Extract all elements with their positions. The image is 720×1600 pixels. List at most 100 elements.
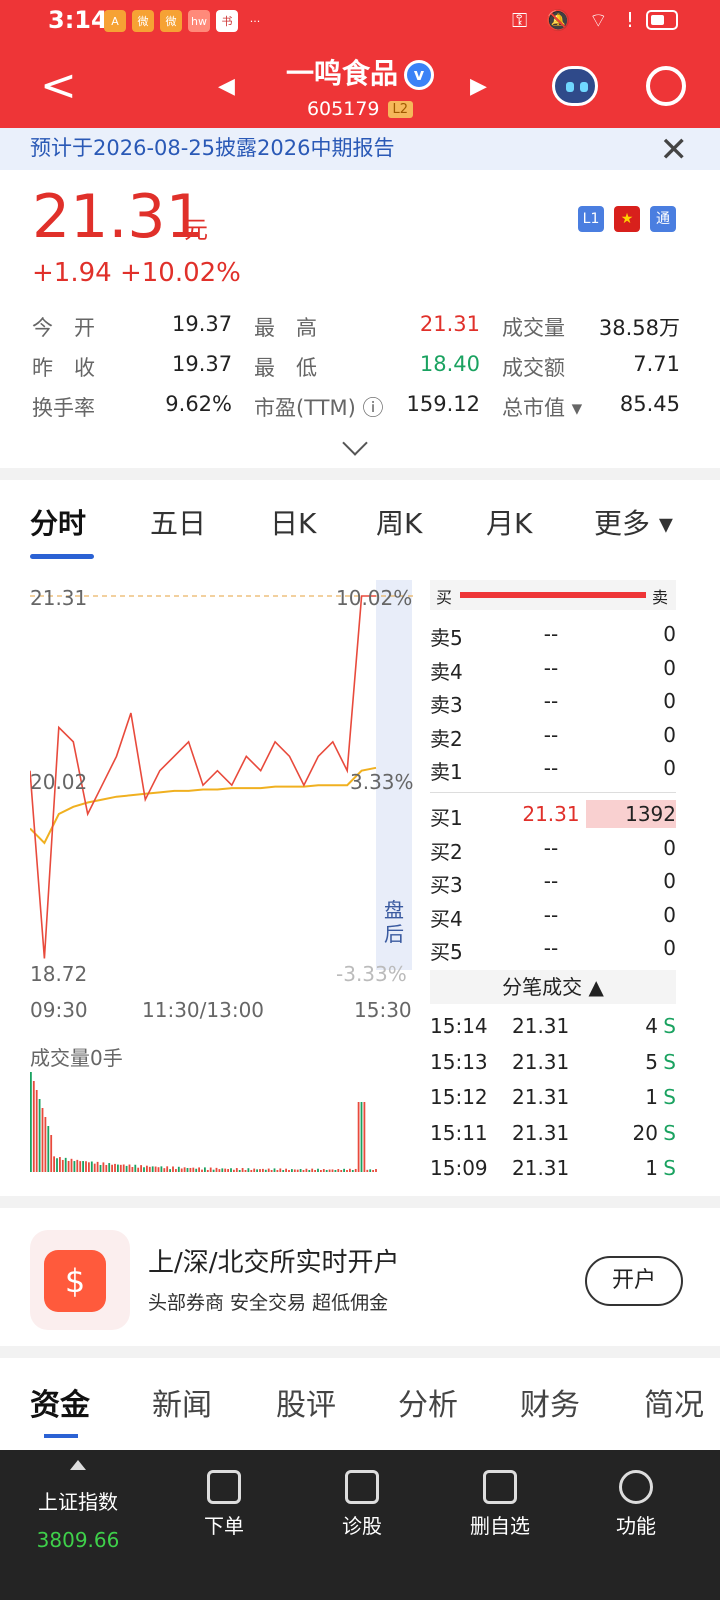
nav-diagnose-label: 诊股: [342, 1514, 382, 1538]
bid-row[interactable]: 买5 -- 0: [430, 932, 676, 966]
volume-bar: [154, 1166, 157, 1172]
tab-profile[interactable]: 简况: [644, 1380, 704, 1424]
nav-diagnose[interactable]: 诊股: [302, 1470, 422, 1539]
index-value: 3809.66: [36, 1528, 120, 1552]
close-icon[interactable]: ✕: [660, 130, 689, 170]
open-value: 19.37: [172, 312, 233, 336]
volume-bar: [44, 1117, 47, 1172]
level-label: 卖3: [430, 693, 463, 717]
level-volume: 0: [663, 622, 676, 646]
expand-chevron-icon[interactable]: [342, 430, 368, 456]
volume-bar: [233, 1169, 235, 1172]
notification-icon: A: [104, 10, 126, 32]
quote-row: 昨 收 19.37 最 低 18.40 成交额 7.71: [32, 352, 680, 392]
report-notice[interactable]: 预计于2026-08-25披露2026中期报告: [0, 128, 720, 170]
tab-comments[interactable]: 股评: [276, 1380, 336, 1424]
promo-app-icon[interactable]: $: [30, 1230, 130, 1330]
tab-news[interactable]: 新闻: [152, 1380, 212, 1424]
open-label: 今 开: [32, 316, 95, 340]
volume-bar: [357, 1102, 360, 1172]
trade-volume: 1: [645, 1156, 658, 1180]
tab-capital[interactable]: 资金: [30, 1380, 90, 1424]
volume-bar: [253, 1168, 256, 1172]
volume-bar: [349, 1168, 351, 1172]
tab-daily-k[interactable]: 日K: [270, 502, 316, 542]
huawei-icon: hw: [188, 10, 210, 32]
volume-bar: [85, 1161, 87, 1172]
volume-bar: [264, 1169, 267, 1172]
level-label: 买1: [430, 806, 463, 830]
promo-title[interactable]: 上/深/北交所实时开户: [148, 1242, 400, 1279]
nav-remove-watchlist[interactable]: 删自选: [440, 1470, 560, 1539]
tab-analysis[interactable]: 分析: [398, 1380, 458, 1424]
volume-bar: [279, 1168, 282, 1172]
trade-volume: 4: [645, 1014, 658, 1038]
chart-low-price: 18.72: [30, 962, 88, 986]
expand-up-icon[interactable]: [70, 1460, 86, 1470]
stock-code: 605179: [306, 98, 380, 120]
x-label-open: 09:30: [30, 998, 88, 1022]
open-account-button[interactable]: 开户: [585, 1256, 683, 1306]
volume-bar: [117, 1164, 119, 1172]
stock-name: 一鸣食品: [285, 57, 398, 90]
minus-box-icon: [483, 1470, 517, 1504]
volume-bar: [169, 1169, 171, 1172]
tab-finance[interactable]: 财务: [520, 1380, 580, 1424]
index-label[interactable]: 上证指数: [18, 1486, 138, 1515]
l1-badge[interactable]: L1: [578, 206, 604, 232]
ask-row[interactable]: 卖4 -- 0: [430, 652, 676, 686]
stock-code-line: 605179 L2: [0, 98, 720, 120]
robot-assistant-icon[interactable]: [552, 66, 598, 106]
volume-bar: [354, 1168, 357, 1172]
after-hours-label[interactable]: 盘后: [384, 898, 408, 946]
volume-bar: [82, 1161, 84, 1172]
bid-row[interactable]: 买4 -- 0: [430, 899, 676, 933]
ask-row[interactable]: 卖1 -- 0: [430, 752, 676, 786]
volume-bar: [137, 1167, 140, 1172]
tab-intraday[interactable]: 分时: [30, 502, 86, 542]
nav-order[interactable]: 下单: [164, 1470, 284, 1539]
ask-row[interactable]: 卖2 -- 0: [430, 719, 676, 753]
level-price: --: [543, 756, 559, 780]
orderbook-divider: [430, 792, 676, 793]
nav-order-label: 下单: [204, 1514, 244, 1538]
quote-row: 今 开 19.37 最 高 21.31 成交量 38.58万: [32, 312, 680, 352]
volume-bar: [175, 1169, 177, 1172]
search-icon[interactable]: [646, 66, 686, 106]
volume-bar: [206, 1170, 209, 1172]
volume-bar: [186, 1168, 189, 1172]
volume-bar: [157, 1167, 160, 1172]
volume-bar: [270, 1170, 273, 1172]
pe-label[interactable]: 市盈(TTM) ⓘ: [254, 392, 383, 422]
volume-bar: [70, 1158, 73, 1172]
china-flag-icon[interactable]: ★: [614, 206, 640, 232]
tab-weekly-k[interactable]: 周K: [376, 502, 422, 542]
bid-row[interactable]: 买2 -- 0: [430, 832, 676, 866]
trades-title[interactable]: 分笔成交 ▲: [430, 970, 676, 1004]
bid-row[interactable]: 买3 -- 0: [430, 865, 676, 899]
tab-five-day[interactable]: 五日: [150, 502, 206, 542]
level-label: 卖5: [430, 626, 463, 650]
volume-chart[interactable]: [30, 1066, 410, 1172]
ask-row[interactable]: 卖3 -- 0: [430, 685, 676, 719]
volume-bar: [128, 1164, 131, 1172]
section-divider: [0, 468, 720, 480]
trade-price: 21.31: [512, 1049, 570, 1074]
tab-more[interactable]: 更多 ▾: [594, 502, 673, 542]
nav-functions[interactable]: 功能: [576, 1470, 696, 1539]
trade-volume: 1: [645, 1085, 658, 1109]
ask-row[interactable]: 卖5 -- 0: [430, 618, 676, 652]
turnover-rate-value: 9.62%: [165, 392, 232, 416]
volume-bar: [221, 1168, 224, 1172]
volume-bar: [325, 1169, 328, 1172]
connect-badge[interactable]: 通: [650, 206, 676, 232]
volume-bar: [285, 1168, 287, 1172]
level-volume: 0: [663, 835, 676, 860]
volume-bar: [241, 1168, 244, 1172]
tab-monthly-k[interactable]: 月K: [486, 502, 532, 542]
bid-row[interactable]: 买1 21.31 1392: [430, 798, 676, 832]
level-volume: 0: [663, 655, 676, 680]
level-volume: 0: [663, 936, 676, 960]
active-tab-indicator: [30, 554, 94, 559]
market-cap-label[interactable]: 总市值 ▾: [502, 392, 582, 422]
